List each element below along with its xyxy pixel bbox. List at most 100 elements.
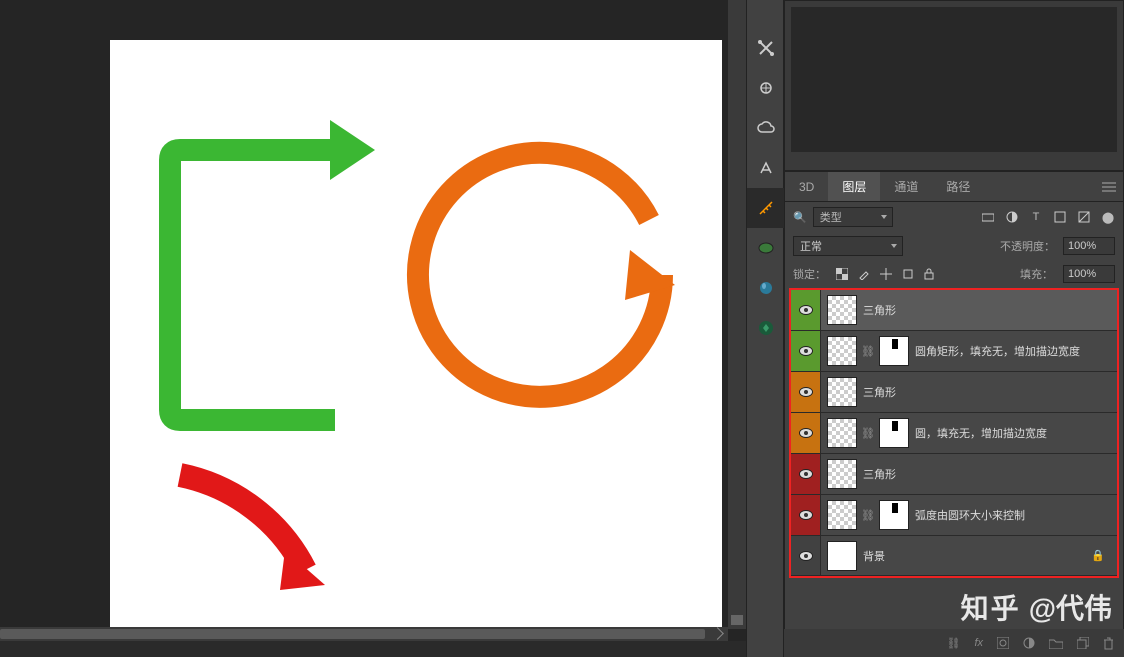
layer-row[interactable]: 三角形	[791, 290, 1117, 331]
filter-adjust-icon[interactable]	[1005, 210, 1019, 224]
type-icon[interactable]	[747, 148, 785, 188]
lock-move-icon[interactable]	[880, 268, 892, 280]
layers-footer: ⛓ fx	[784, 629, 1124, 657]
visibility-toggle[interactable]	[791, 290, 821, 330]
horizontal-scrollbar[interactable]	[0, 627, 728, 641]
layer-thumbnail[interactable]	[827, 295, 857, 325]
trash-icon[interactable]	[1103, 637, 1114, 650]
visibility-toggle[interactable]	[791, 454, 821, 494]
group-icon[interactable]	[1049, 638, 1063, 649]
layer-thumbnail[interactable]	[827, 459, 857, 489]
layer-thumbnail[interactable]	[827, 541, 857, 571]
tools-icon[interactable]	[747, 28, 785, 68]
upper-panel	[784, 0, 1124, 171]
mask-thumbnail[interactable]	[879, 418, 909, 448]
filter-smart-icon[interactable]	[1077, 210, 1091, 224]
mask-link-icon[interactable]: ⛓	[863, 508, 873, 522]
watermark-site: 知乎	[961, 587, 1021, 627]
mask-icon[interactable]	[997, 637, 1009, 649]
puppet-icon[interactable]	[747, 68, 785, 108]
layer-thumbnail[interactable]	[827, 500, 857, 530]
layer-row[interactable]: ⛓ 弧度由圆环大小来控制	[791, 495, 1117, 536]
layer-name[interactable]: 背景	[863, 548, 885, 564]
new-layer-icon[interactable]	[1077, 637, 1089, 649]
layer-row[interactable]: 三角形	[791, 454, 1117, 495]
eye-icon	[799, 551, 813, 561]
fill-input[interactable]: 100%	[1063, 265, 1115, 283]
opacity-label: 不透明度：	[1000, 238, 1055, 254]
layer-thumbnail[interactable]	[827, 377, 857, 407]
layer-name[interactable]: 圆角矩形，填充无，增加描边宽度	[915, 343, 1080, 359]
document-area	[0, 0, 746, 641]
lock-artboard-icon[interactable]	[902, 268, 914, 280]
visibility-toggle[interactable]	[791, 536, 821, 575]
blend-row: 正常 不透明度： 100%	[785, 232, 1123, 260]
lock-row: 锁定： 填充： 100%	[785, 260, 1123, 288]
mask-thumbnail[interactable]	[879, 500, 909, 530]
visibility-toggle[interactable]	[791, 413, 821, 453]
blend-mode-dropdown[interactable]: 正常	[793, 236, 903, 256]
mask-thumbnail[interactable]	[879, 336, 909, 366]
mask-link-icon[interactable]: ⛓	[863, 426, 873, 440]
lock-label: 锁定：	[793, 266, 826, 282]
layer-row[interactable]: 三角形	[791, 372, 1117, 413]
layer-thumbnail[interactable]	[827, 418, 857, 448]
visibility-toggle[interactable]	[791, 372, 821, 412]
tab-layers[interactable]: 图层	[828, 172, 880, 201]
mask-link-icon[interactable]: ⛓	[863, 344, 873, 358]
layer-row[interactable]: ⛓ 圆，填充无，增加描边宽度	[791, 413, 1117, 454]
layer-name[interactable]: 三角形	[863, 384, 896, 400]
sphere-icon[interactable]	[747, 268, 785, 308]
ruler-icon[interactable]	[747, 188, 785, 228]
scrollbar-thumb[interactable]	[0, 629, 705, 639]
link-layers-icon[interactable]: ⛓	[946, 637, 960, 650]
filter-shape-icon[interactable]	[1053, 210, 1067, 224]
fill-label: 填充：	[1020, 266, 1053, 282]
layer-row[interactable]: 背景 🔒	[791, 536, 1117, 576]
tab-3d[interactable]: 3D	[785, 172, 828, 201]
fx-icon[interactable]: fx	[974, 637, 983, 649]
lock-paint-icon[interactable]	[858, 268, 870, 280]
disc-icon[interactable]	[747, 228, 785, 268]
lock-transparent-icon[interactable]	[836, 268, 848, 280]
eye-icon	[799, 428, 813, 438]
layer-name[interactable]: 弧度由圆环大小来控制	[915, 507, 1025, 523]
filter-type-dropdown[interactable]: 类型	[813, 207, 893, 227]
artwork	[110, 40, 722, 629]
eye-icon	[799, 387, 813, 397]
visibility-toggle[interactable]	[791, 495, 821, 535]
lock-all-icon[interactable]	[924, 268, 934, 280]
watermark-author: @代伟	[1029, 587, 1112, 627]
layer-name[interactable]: 三角形	[863, 302, 896, 318]
layer-name[interactable]: 圆，填充无，增加描边宽度	[915, 425, 1047, 441]
filter-pixel-icon[interactable]	[981, 210, 995, 224]
layer-name[interactable]: 三角形	[863, 466, 896, 482]
layer-thumbnail[interactable]	[827, 336, 857, 366]
tab-paths[interactable]: 路径	[932, 172, 984, 201]
upper-panel-content	[791, 7, 1117, 152]
eye-icon	[799, 510, 813, 520]
layers-panel: 3D 图层 通道 路径 🔍 类型 T ⬤ 正常 不透明度： 100% 锁定：	[784, 171, 1124, 657]
panel-menu-icon[interactable]	[1095, 172, 1123, 201]
visibility-toggle[interactable]	[791, 331, 821, 371]
layer-filter-row: 🔍 类型 T ⬤	[785, 202, 1123, 232]
tab-channels[interactable]: 通道	[880, 172, 932, 201]
toolbar-right	[746, 0, 784, 657]
filter-toggle-icon[interactable]: ⬤	[1101, 210, 1115, 224]
lock-icon: 🔒	[1091, 549, 1105, 562]
search-icon: 🔍	[793, 211, 807, 224]
filter-text-icon[interactable]: T	[1029, 210, 1043, 224]
adjustment-icon[interactable]	[1023, 637, 1035, 649]
eye-icon	[799, 469, 813, 479]
badge-icon[interactable]	[747, 308, 785, 348]
canvas[interactable]	[110, 40, 722, 629]
layers-list: 三角形 ⛓ 圆角矩形，填充无，增加描边宽度 三角形 ⛓	[789, 288, 1119, 578]
eye-icon	[799, 346, 813, 356]
cloud-icon[interactable]	[747, 108, 785, 148]
opacity-input[interactable]: 100%	[1063, 237, 1115, 255]
vertical-scrollbar[interactable]	[728, 0, 746, 629]
canvas-viewport[interactable]	[0, 0, 728, 629]
panel-tabs: 3D 图层 通道 路径	[785, 172, 1123, 202]
watermark: 知乎 @代伟	[961, 587, 1112, 627]
layer-row[interactable]: ⛓ 圆角矩形，填充无，增加描边宽度	[791, 331, 1117, 372]
